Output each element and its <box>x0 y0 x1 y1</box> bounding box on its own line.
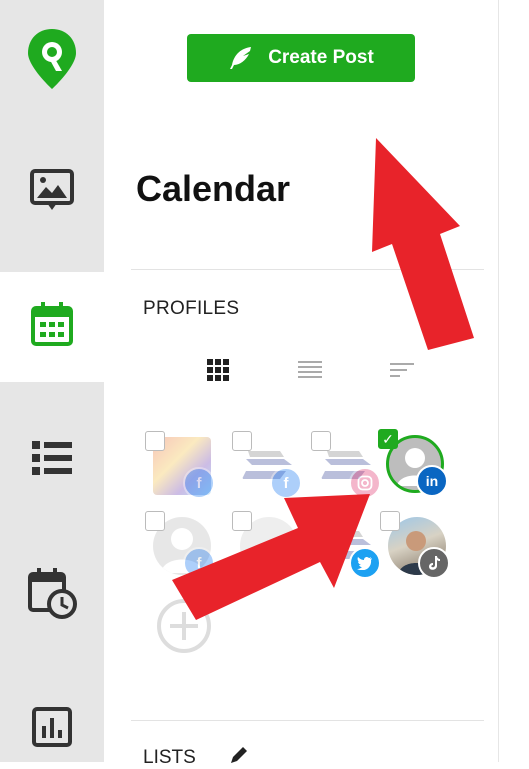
page-title: Calendar <box>136 168 291 209</box>
profile-twitter[interactable] <box>319 517 381 579</box>
linkedin-icon: in <box>416 465 448 497</box>
profile-instagram[interactable] <box>311 431 381 499</box>
profile-facebook-2[interactable]: f <box>232 431 302 499</box>
divider <box>131 269 484 270</box>
divider <box>131 720 484 721</box>
profile-default-avatar[interactable]: f <box>145 511 215 579</box>
add-profile-button[interactable] <box>156 598 212 654</box>
profile-checkbox[interactable] <box>232 511 252 531</box>
analytics-nav-item[interactable] <box>0 703 104 751</box>
profile-checkbox[interactable] <box>145 431 165 451</box>
logo-icon[interactable] <box>0 26 104 96</box>
panel-border <box>498 0 499 762</box>
facebook-icon: f <box>183 547 215 579</box>
plus-circle-icon <box>157 599 211 653</box>
profile-checkbox[interactable] <box>232 431 252 451</box>
schedule-nav-item[interactable] <box>0 565 104 621</box>
calendar-nav-item[interactable] <box>0 298 104 350</box>
facebook-icon: f <box>270 467 302 499</box>
profile-checkbox[interactable] <box>311 431 331 451</box>
list-view-icon[interactable] <box>297 358 323 382</box>
tiktok-icon <box>418 547 450 579</box>
profile-checkbox[interactable] <box>380 511 400 531</box>
list-nav-item[interactable] <box>0 435 104 481</box>
grid-view-icon[interactable] <box>205 358 231 382</box>
twitter-icon <box>349 547 381 579</box>
profile-facebook-1[interactable]: f <box>145 431 215 499</box>
feather-icon <box>230 47 252 69</box>
image-chat-icon <box>30 169 74 210</box>
profile-unknown[interactable] <box>232 511 298 575</box>
profile-linkedin-selected[interactable]: ✓ in <box>378 429 448 497</box>
calendar-icon <box>31 302 73 346</box>
profile-checkbox-checked[interactable]: ✓ <box>378 429 398 449</box>
instagram-icon <box>349 467 381 499</box>
facebook-icon: f <box>183 467 215 499</box>
arrow-up <box>372 138 474 350</box>
pencil-icon[interactable] <box>229 745 249 765</box>
lists-label: LISTS <box>143 745 249 769</box>
bar-chart-icon <box>32 707 72 747</box>
profile-tiktok[interactable] <box>380 511 450 579</box>
profiles-label: PROFILES <box>143 298 240 319</box>
create-post-button[interactable]: Create Post <box>187 34 415 82</box>
sort-view-icon[interactable] <box>389 358 415 382</box>
media-nav-item[interactable] <box>0 163 104 219</box>
calendar-clock-icon <box>28 568 77 619</box>
list-icon <box>32 441 72 475</box>
profile-checkbox[interactable] <box>145 511 165 531</box>
create-post-label: Create Post <box>268 47 374 68</box>
